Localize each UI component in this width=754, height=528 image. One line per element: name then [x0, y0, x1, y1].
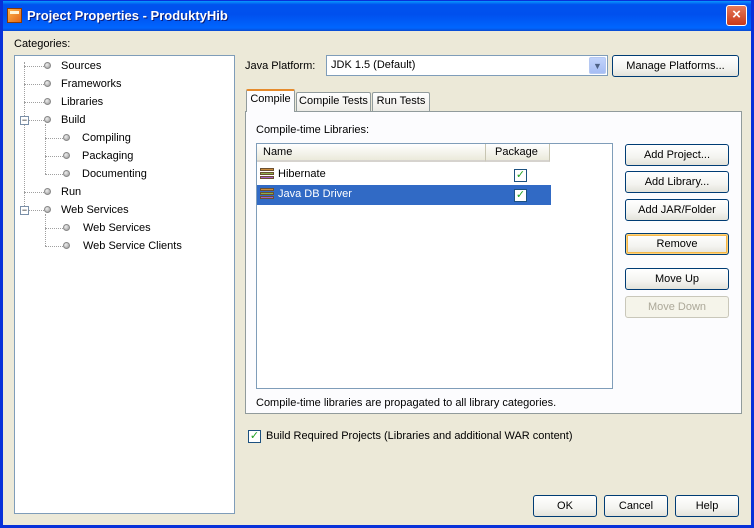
node-icon — [63, 224, 70, 231]
build-required-label[interactable]: Build Required Projects (Libraries and a… — [266, 430, 573, 442]
help-button[interactable]: Help — [675, 495, 739, 517]
library-name: Java DB Driver — [278, 188, 352, 200]
ok-button[interactable]: OK — [533, 495, 597, 517]
tree-item-label: Web Services — [61, 204, 129, 216]
node-icon — [44, 98, 51, 105]
java-platform-combo[interactable]: JDK 1.5 (Default) ▼ — [326, 55, 608, 76]
tree-connector — [29, 120, 44, 121]
node-icon — [44, 116, 51, 123]
add-project-button[interactable]: Add Project... — [625, 144, 729, 166]
tree-item-label: Web Service Clients — [83, 240, 182, 252]
tree-connector — [24, 192, 44, 193]
column-header-name[interactable]: Name — [257, 144, 486, 162]
tree-item-label: Run — [61, 186, 82, 198]
cancel-button[interactable]: Cancel — [604, 495, 668, 517]
remove-button[interactable]: Remove — [625, 233, 729, 255]
node-icon — [44, 188, 51, 195]
tree-connector — [45, 214, 46, 246]
tree-item-label: Libraries — [61, 96, 104, 108]
tree-connector — [45, 138, 63, 139]
tree-connector — [45, 174, 63, 175]
collapse-web-services-icon[interactable]: − — [20, 206, 29, 215]
tree-connector — [45, 228, 63, 229]
collapse-build-icon[interactable]: − — [20, 116, 29, 125]
add-library-button[interactable]: Add Library... — [625, 171, 729, 193]
node-icon — [63, 242, 70, 249]
table-row[interactable]: Java DB Driver ✓ — [257, 185, 551, 205]
compile-time-libraries-label: Compile-time Libraries: — [256, 124, 370, 136]
tree-item-label: Packaging — [82, 150, 134, 162]
move-down-button[interactable]: Move Down — [625, 296, 729, 318]
library-icon — [260, 168, 274, 181]
java-platform-value: JDK 1.5 (Default) — [331, 59, 416, 71]
add-jar-folder-button[interactable]: Add JAR/Folder — [625, 199, 729, 221]
tree-connector — [24, 66, 44, 67]
node-icon — [63, 134, 70, 141]
tree-connector — [45, 124, 46, 174]
tree-item-label: Web Services — [83, 222, 151, 234]
node-icon — [44, 62, 51, 69]
library-icon — [260, 188, 274, 201]
netbeans-project-icon — [7, 8, 22, 23]
tab-compile-tests[interactable]: Compile Tests — [296, 92, 371, 111]
tree-connector — [24, 102, 44, 103]
categories-label: Categories: — [14, 38, 71, 50]
table-row[interactable]: Hibernate ✓ — [257, 165, 551, 185]
library-name: Hibernate — [278, 168, 326, 180]
manage-platforms-button[interactable]: Manage Platforms... — [612, 55, 739, 77]
package-checkbox[interactable]: ✓ — [514, 169, 527, 182]
close-icon: × — [732, 6, 741, 23]
tree-item-label: Documenting — [82, 168, 147, 180]
title-bar[interactable]: Project Properties - ProduktyHib × — [3, 1, 751, 31]
propagated-note: Compile-time libraries are propagated to… — [256, 397, 557, 409]
tree-connector — [45, 246, 63, 247]
tree-item-label: Sources — [61, 60, 102, 72]
tree-connector — [29, 210, 44, 211]
node-icon — [44, 80, 51, 87]
window-title: Project Properties - ProduktyHib — [27, 8, 228, 23]
tree-item-label: Compiling — [82, 132, 131, 144]
tree-connector — [24, 84, 44, 85]
tree-connector — [45, 156, 63, 157]
package-checkbox[interactable]: ✓ — [514, 189, 527, 202]
close-button[interactable]: × — [726, 5, 747, 26]
tab-compile[interactable]: Compile — [246, 89, 295, 112]
build-required-checkbox[interactable]: ✓ — [248, 430, 261, 443]
tree-item-label: Frameworks — [61, 78, 122, 90]
move-up-button[interactable]: Move Up — [625, 268, 729, 290]
project-properties-dialog: Project Properties - ProduktyHib × Categ… — [0, 0, 754, 528]
java-platform-label: Java Platform: — [245, 60, 316, 72]
categories-tree[interactable]: Sources Frameworks Libraries − Build Com… — [14, 55, 235, 514]
tree-item-label: Build — [61, 114, 86, 126]
tab-run-tests[interactable]: Run Tests — [372, 92, 430, 111]
node-icon — [44, 206, 51, 213]
chevron-down-icon[interactable]: ▼ — [589, 57, 606, 74]
node-icon — [63, 152, 70, 159]
node-icon — [63, 170, 70, 177]
libraries-table[interactable]: Name Package Hibernate ✓ Java DB Driver … — [256, 143, 613, 389]
column-header-package[interactable]: Package — [486, 144, 550, 162]
